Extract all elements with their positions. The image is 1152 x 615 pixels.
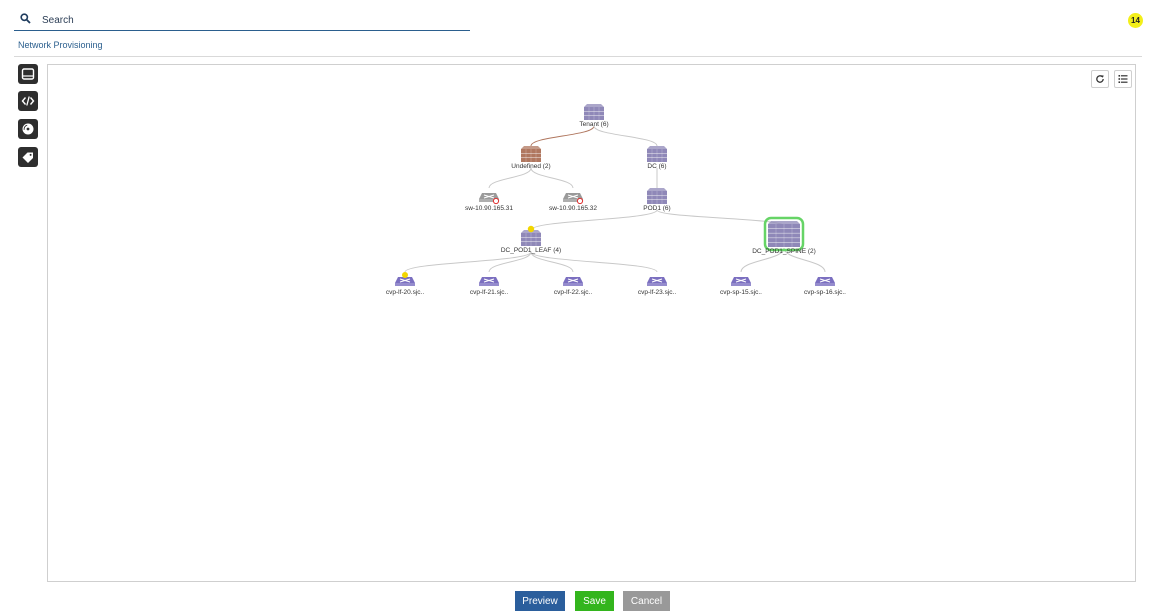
container-icon [647,146,667,162]
disc-icon [22,123,34,135]
node-label: DC_POD1_LEAF (4) [501,247,561,254]
search-icon [20,13,31,24]
node-label: cvp-lf-21.sjc.. [470,289,508,296]
edge-leaf-lf22 [530,251,574,273]
search-bar [14,9,470,31]
device-tool-button[interactable] [18,64,38,84]
topology-node-pod1[interactable]: POD1 (6) [643,188,671,212]
node-label: DC_POD1_SPINE (2) [752,248,816,255]
node-label: cvp-lf-22.sjc.. [554,289,592,296]
edge-leaf-lf21 [488,251,532,273]
topology-node-leaf[interactable]: DC_POD1_LEAF (4) [501,225,561,254]
node-label: DC (6) [647,163,666,170]
code-tool-button[interactable] [18,91,38,111]
search-input[interactable] [40,11,464,29]
switch-icon [731,277,751,286]
topology-node-lf21[interactable]: cvp-lf-21.sjc.. [470,277,508,296]
node-label: sw-10.90.165.32 [549,205,597,212]
edge-tenant-undefined [530,125,595,147]
container-icon [584,104,604,120]
cancel-button[interactable]: Cancel [623,591,670,611]
topology-node-lf20[interactable]: cvp-lf-20.sjc.. [386,272,424,296]
breadcrumb[interactable]: Network Provisioning [18,40,103,50]
notification-badge[interactable]: 14 [1128,13,1143,28]
edge-pod1-leaf [530,209,658,231]
image-tool-button[interactable] [18,119,38,139]
topology-node-spine[interactable]: DC_POD1_SPINE (2) [752,216,816,255]
edge-undefined-sw31 [488,167,532,189]
tag-tool-button[interactable] [18,147,38,167]
code-icon [21,96,35,106]
preview-button[interactable]: Preview [515,591,565,611]
switch-icon [479,277,499,286]
topology-node-lf22[interactable]: cvp-lf-22.sjc.. [554,277,592,296]
node-label: Undefined (2) [511,163,550,170]
topology-node-sw31[interactable]: sw-10.90.165.31 [465,193,513,212]
topology-graph: Tenant (6) Undefined (2) DC (6) sw-10.90.16… [386,104,846,296]
node-label: Tenant (6) [579,121,608,128]
node-label: cvp-sp-16.sjc.. [804,289,846,296]
error-icon [576,197,584,205]
warning-icon [527,225,535,233]
container-icon [647,188,667,204]
warning-icon [402,272,408,278]
node-label: sw-10.90.165.31 [465,205,513,212]
node-label: cvp-lf-23.sjc.. [638,289,676,296]
tag-icon [22,152,33,163]
topology-canvas[interactable]: Tenant (6) Undefined (2) DC (6) sw-10.90.16… [47,64,1136,582]
error-icon [492,197,500,205]
switch-icon [395,277,415,286]
topology-node-undefined[interactable]: Undefined (2) [511,146,551,170]
container-icon [768,221,800,247]
node-label: cvp-sp-15.sjc.. [720,289,762,296]
header-divider [14,56,1142,57]
topology-node-dc[interactable]: DC (6) [647,146,667,170]
switch-icon [815,277,835,286]
device-icon [21,68,35,80]
edge-tenant-dc [593,125,658,147]
topology-node-sp15[interactable]: cvp-sp-15.sjc.. [720,277,762,296]
switch-icon [563,277,583,286]
topology-node-tenant[interactable]: Tenant (6) [579,104,609,128]
container-icon [521,146,541,162]
node-label: cvp-lf-20.sjc.. [386,289,424,296]
container-icon [521,230,541,246]
edge-undefined-sw32 [530,167,574,189]
save-button[interactable]: Save [575,591,614,611]
switch-icon [647,277,667,286]
node-label: POD1 (6) [643,205,670,212]
topology-node-sp16[interactable]: cvp-sp-16.sjc.. [804,277,846,296]
topology-node-lf23[interactable]: cvp-lf-23.sjc.. [638,277,676,296]
topology-node-sw32[interactable]: sw-10.90.165.32 [549,193,597,212]
